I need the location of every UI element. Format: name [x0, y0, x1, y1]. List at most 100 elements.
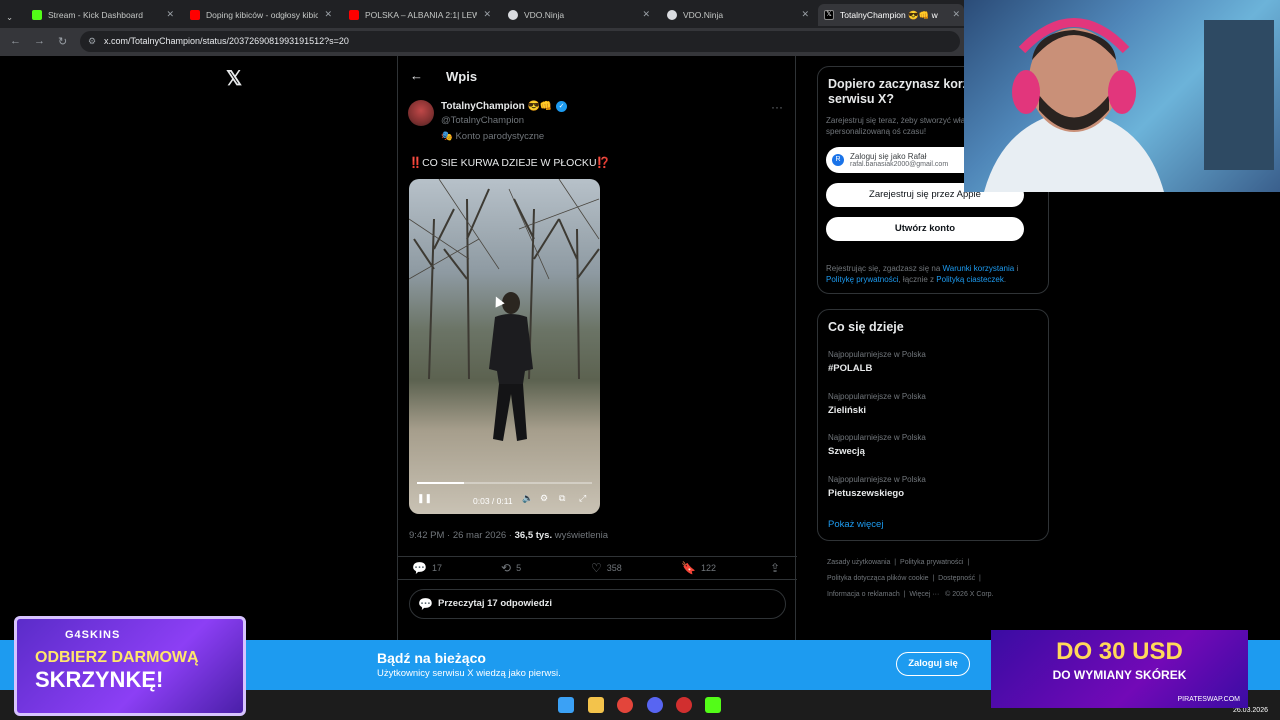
google-avatar: R [832, 154, 844, 166]
webcam-overlay [964, 0, 1280, 192]
chrome-icon[interactable] [617, 697, 633, 713]
footer-copyright: © 2026 X Corp. [945, 591, 994, 598]
video-progress-fill [417, 482, 465, 484]
terms-link[interactable]: Warunki korzystania [943, 264, 1015, 273]
tab-youtube-polska[interactable]: POLSKA – ALBANIA 2:1| LEWAN✕ [343, 4, 495, 26]
bookmark-button[interactable]: 🔖 122 [681, 561, 716, 575]
youtube-icon [349, 10, 359, 20]
settings-icon[interactable]: ⚙ [540, 493, 548, 504]
file-explorer-icon[interactable] [588, 697, 604, 713]
trend-item[interactable]: Najpopularniejsze w Polska Szwecją [828, 433, 926, 457]
webcam-figure [984, 18, 1274, 192]
close-icon[interactable]: ✕ [642, 9, 650, 20]
video-progress-bar[interactable] [417, 482, 592, 484]
trends-title: Co się dzieje [828, 320, 904, 334]
promo-g4skins[interactable]: G4SKINS ODBIERZ DARMOWĄ SKRZYNKĘ! [14, 616, 246, 716]
app-icon[interactable] [676, 697, 692, 713]
globe-icon [508, 10, 518, 20]
globe-icon [667, 10, 677, 20]
discord-icon[interactable] [647, 697, 663, 713]
start-icon[interactable] [558, 697, 574, 713]
promo-amount: DO 30 USD [1056, 638, 1183, 665]
tab-kick-dashboard[interactable]: Stream - Kick Dashboard ✕ [26, 4, 178, 26]
close-icon[interactable]: ✕ [324, 9, 332, 20]
tweet-text: ‼️CO SIE KURWA DZIEJE W PŁOCKU⁉️ [409, 157, 610, 169]
promo-line2: SKRZYNKĘ! [35, 667, 164, 692]
trend-item[interactable]: Najpopularniejsze w Polska Pietuszewskieg… [828, 475, 926, 499]
tab-vdo-ninja-1[interactable]: VDO.Ninja ✕ [502, 4, 654, 26]
back-arrow-icon[interactable]: ← [410, 68, 423, 83]
trend-item[interactable]: Najpopularniejsze w Polska #POLALB [828, 350, 926, 374]
picture-in-picture-icon[interactable]: ⧉ [559, 493, 565, 504]
trend-item[interactable]: Najpopularniejsze w Polska Zieliński [828, 392, 926, 416]
promo-pirateswap[interactable]: DO 30 USD DO WYMIANY SKÓREK PIRATESWAP.C… [991, 630, 1248, 708]
reply-icon: 💬 [418, 597, 433, 611]
fullscreen-icon[interactable]: ⤢ [579, 493, 586, 504]
more-options-icon[interactable]: ··· [771, 100, 783, 114]
tab-youtube-doping[interactable]: Doping kibiców - odgłosy kibic ✕ [184, 4, 336, 26]
banner-subtitle: Użytkownicy serwisu X wiedzą jako pierws… [377, 668, 561, 679]
heart-icon: ♡ [591, 561, 602, 575]
site-info-icon[interactable]: ⚙ [88, 31, 96, 52]
repost-button[interactable]: ⟲ 5 [501, 561, 521, 575]
avatar[interactable] [408, 100, 434, 126]
trends-panel: Co się dzieje Najpopularniejsze w Polska… [817, 309, 1049, 541]
promo-site: PIRATESWAP.COM [1177, 696, 1241, 703]
user-handle[interactable]: @TotalnyChampion [441, 115, 524, 126]
verified-badge-icon: ✓ [556, 101, 567, 112]
legal-notice: Rejestrując się, zgadzasz się na Warunki… [826, 264, 1019, 284]
share-icon: ⇪ [770, 561, 781, 575]
reply-icon: 💬 [412, 561, 427, 575]
reply-button[interactable]: 💬 17 [412, 561, 442, 575]
cookies-link[interactable]: Polityką ciasteczek [936, 275, 1004, 284]
tab-list-button[interactable]: ⌄ [0, 6, 26, 28]
video-timecode: 0:03 / 0:11 [473, 496, 513, 506]
footer-cookies-link[interactable]: Polityka dotycząca plików cookie [827, 575, 929, 582]
privacy-link[interactable]: Politykę prywatności [826, 275, 898, 284]
youtube-icon [190, 10, 200, 20]
footer-ads-link[interactable]: Informacja o reklamach [827, 591, 900, 598]
x-logo-icon: 𝕏 [824, 10, 834, 20]
volume-icon[interactable]: 🔈 [522, 493, 533, 504]
tab-x-post[interactable]: 𝕏 TotalnyChampion 😎👊 w ✕ [818, 4, 964, 26]
promo-brand: G4SKINS [65, 629, 121, 641]
footer-privacy-link[interactable]: Polityka prywatności [900, 559, 963, 566]
banner-login-button[interactable]: Zaloguj się [896, 652, 970, 676]
taskbar-date: 26.03.2026 [1232, 707, 1268, 714]
like-button[interactable]: ♡ 358 [591, 561, 622, 575]
forward-icon[interactable]: → [34, 35, 45, 47]
kick-icon[interactable] [705, 697, 721, 713]
video-player[interactable]: ❚❚ 0:03 / 0:11 🔈 ⚙ ⧉ ⤢ [409, 179, 600, 514]
footer-links: Zasady użytkowania | Polityka prywatnośc… [827, 559, 994, 598]
video-frame-person [489, 292, 533, 441]
display-name[interactable]: TotalnyChampion 😎👊 [441, 101, 552, 112]
share-button[interactable]: ⇪ [770, 561, 780, 575]
chevron-down-icon: ⌄ [6, 11, 14, 22]
back-icon[interactable]: ← [10, 35, 21, 47]
reload-icon[interactable]: ↻ [58, 35, 67, 48]
primary-column: ← Wpis TotalnyChampion 😎👊 ✓ @TotalnyCham… [397, 56, 797, 640]
url-field[interactable]: ⚙ x.com/TotalnyChampion/status/203726908… [80, 31, 960, 52]
parody-label: 🎭 Konto parodystyczne [441, 131, 545, 142]
tweet-meta: 9:42 PM · 26 mar 2026 · 36,5 tys. wyświe… [409, 530, 609, 541]
x-logo-icon[interactable]: 𝕏 [226, 66, 242, 91]
footer-more-link[interactable]: Więcej ··· [909, 591, 939, 598]
page-title: Wpis [446, 69, 478, 84]
read-replies-button[interactable]: 💬 Przeczytaj 17 odpowiedzi [409, 589, 786, 619]
tweet-actions: 💬 17 ⟲ 5 ♡ 358 🔖 122 ⇪ [398, 556, 797, 580]
footer-terms-link[interactable]: Zasady użytkowania [827, 559, 890, 566]
tab-vdo-ninja-2[interactable]: VDO.Ninja ✕ [661, 4, 813, 26]
show-more-link[interactable]: Pokaż więcej [828, 519, 883, 530]
footer-accessibility-link[interactable]: Dostępność [938, 575, 975, 582]
close-icon[interactable]: ✕ [801, 9, 809, 20]
close-icon[interactable]: ✕ [952, 9, 960, 20]
pause-icon[interactable]: ❚❚ [417, 493, 432, 504]
close-icon[interactable]: ✕ [483, 9, 491, 20]
bookmark-icon: 🔖 [681, 561, 696, 575]
repost-icon: ⟲ [501, 561, 512, 575]
close-icon[interactable]: ✕ [166, 9, 174, 20]
banner-title: Bądź na bieżąco [377, 650, 486, 666]
promo-line1: ODBIERZ DARMOWĄ [35, 649, 199, 666]
create-account-button[interactable]: Utwórz konto [826, 217, 1024, 241]
kick-icon [32, 10, 42, 20]
